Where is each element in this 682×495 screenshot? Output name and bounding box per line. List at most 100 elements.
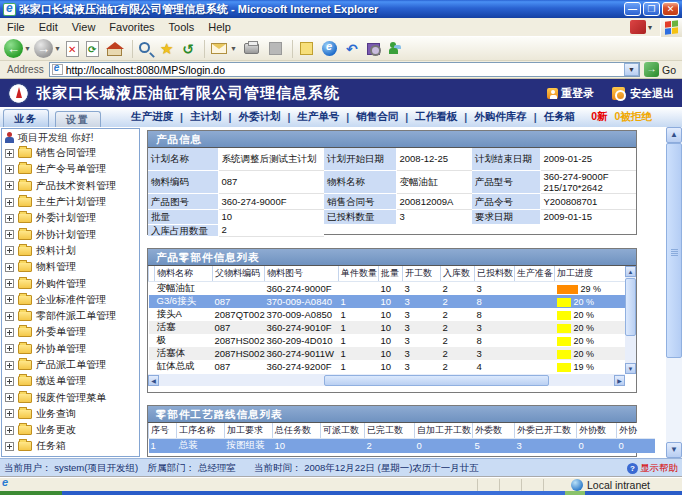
expand-icon[interactable] (5, 393, 14, 402)
sidebar-item[interactable]: 销售合同管理 (2, 145, 139, 161)
parts-row[interactable]: 活塞体2087HS002360-274-9011W11032320 % (149, 347, 626, 360)
expand-icon[interactable] (5, 279, 14, 288)
nav-item[interactable]: 工作看板 (408, 110, 464, 124)
minimize-button[interactable]: — (624, 2, 641, 16)
column-header[interactable]: 工序名称 (177, 423, 225, 439)
expand-icon[interactable] (5, 295, 14, 304)
nav-item[interactable]: 主计划 (183, 110, 229, 124)
nav-item[interactable]: 外委计划 (231, 110, 287, 124)
windows-taskbar[interactable] (0, 491, 682, 495)
column-header[interactable]: 物料名称 (155, 266, 213, 282)
expand-icon[interactable] (5, 149, 14, 158)
column-header[interactable]: 批量 (379, 266, 403, 282)
sidebar-item[interactable]: 外委计划管理 (2, 210, 139, 226)
address-dropdown-icon[interactable]: ▼ (624, 63, 639, 76)
page-scrollbar[interactable]: ▲ ▼ (666, 127, 682, 458)
column-header[interactable]: 加工要求 (225, 423, 273, 439)
maximize-button[interactable]: ❐ (643, 2, 660, 16)
expand-icon[interactable] (5, 377, 14, 386)
column-header[interactable]: 加工进度 (555, 266, 626, 282)
route-row[interactable]: 1总装按图组装10205300 (149, 439, 655, 453)
menu-file[interactable]: File (0, 19, 32, 35)
expand-icon[interactable] (5, 181, 14, 190)
sidebar-item[interactable]: 企业标准件管理 (2, 292, 139, 308)
column-header[interactable]: 总任务数 (273, 423, 321, 439)
column-header[interactable]: 物料图号 (265, 266, 339, 282)
forward-dropdown-icon[interactable]: ▼ (54, 45, 61, 52)
nav-item[interactable]: 任务箱 (537, 110, 583, 124)
sidebar-item[interactable]: 业务查询 (2, 406, 139, 422)
column-header[interactable]: 外协 (617, 423, 655, 439)
scroll-down-icon[interactable]: ▼ (625, 363, 636, 374)
column-header[interactable]: 序号 (149, 423, 177, 439)
menu-favorites[interactable]: Favorites (102, 19, 161, 35)
sidebar-item[interactable]: 零部件派工单管理 (2, 308, 139, 324)
addon-icon[interactable] (630, 20, 646, 34)
research-button[interactable] (367, 43, 380, 55)
parts-horizontal-scrollbar[interactable]: ◀ ▶ (148, 374, 625, 386)
sidebar-item[interactable]: 外购件管理 (2, 275, 139, 291)
stop-button[interactable]: ✕ (66, 41, 79, 57)
expand-icon[interactable] (5, 165, 14, 174)
sidebar-item[interactable]: 物料管理 (2, 259, 139, 275)
show-help-link[interactable]: ?显示帮助 (627, 462, 678, 475)
refresh-button[interactable]: ⟳ (86, 41, 99, 57)
address-input[interactable]: http://localhost:8080/MPS/login.do ▼ (49, 62, 640, 77)
nav-item[interactable]: 外购件库存 (467, 110, 534, 124)
expand-icon[interactable] (5, 426, 14, 435)
expand-icon[interactable] (5, 198, 14, 207)
sidebar-item[interactable]: 任务箱 (2, 438, 139, 454)
sidebar-item[interactable]: 业务更改 (2, 422, 139, 438)
column-header[interactable]: 单件数量 (339, 266, 379, 282)
close-button[interactable]: ✕ (662, 2, 679, 16)
column-header[interactable]: 已投料数 (475, 266, 515, 282)
menu-tools[interactable]: Tools (162, 19, 202, 35)
expand-icon[interactable] (5, 409, 14, 418)
sidebar-item[interactable]: 外委单管理 (2, 324, 139, 340)
search-button[interactable] (139, 42, 150, 53)
sidebar-item[interactable]: 外协计划管理 (2, 226, 139, 242)
addon-caret-icon[interactable]: ▾ (648, 23, 652, 32)
go-button[interactable]: → Go (640, 62, 680, 77)
page-scroll-up-icon[interactable]: ▲ (666, 127, 682, 143)
mail-button[interactable] (211, 43, 227, 54)
column-header[interactable]: 已完工数 (365, 423, 415, 439)
sidebar-item[interactable]: 外协单管理 (2, 341, 139, 357)
column-header[interactable]: 生产准备 (515, 266, 555, 282)
column-header[interactable]: 自加工开工数 (415, 423, 473, 439)
tab-settings[interactable]: 设置 (55, 111, 101, 127)
column-header[interactable]: 可派工数 (321, 423, 365, 439)
menu-edit[interactable]: Edit (32, 19, 65, 35)
expand-icon[interactable] (5, 442, 14, 451)
scroll-left-icon[interactable]: ◀ (148, 375, 159, 386)
expand-icon[interactable] (5, 312, 14, 321)
expand-icon[interactable] (5, 344, 14, 353)
expand-icon[interactable] (5, 328, 14, 337)
expand-icon[interactable] (5, 361, 14, 370)
page-scroll-down-icon[interactable]: ▼ (666, 442, 682, 458)
sidebar-item[interactable]: 主生产计划管理 (2, 194, 139, 210)
scroll-up-icon[interactable]: ▲ (625, 266, 636, 277)
parts-row[interactable]: 缸体总成087360-274-9200F11032419 % (149, 360, 626, 373)
parts-row[interactable]: 接头A2087QT002370-009-A085011032820 % (149, 308, 626, 321)
menu-help[interactable]: Help (201, 19, 238, 35)
discuss-button[interactable] (300, 42, 313, 55)
scroll-right-icon[interactable]: ▶ (614, 375, 625, 386)
sidebar-item[interactable]: 投料计划 (2, 243, 139, 259)
edit-button[interactable] (269, 42, 282, 55)
column-header[interactable]: 外协数 (577, 423, 617, 439)
parts-row[interactable]: 极2087HS002360-209-4D01011032820 % (149, 334, 626, 347)
history-button[interactable]: ↺ (182, 41, 194, 57)
back-dropdown-icon[interactable]: ▼ (24, 45, 31, 52)
column-header[interactable]: 外委数 (473, 423, 515, 439)
sidebar-item[interactable]: 缴送单管理 (2, 373, 139, 389)
expand-icon[interactable] (5, 214, 14, 223)
expand-icon[interactable] (5, 246, 14, 255)
parts-vertical-scrollbar[interactable]: ▲ ▼ (625, 266, 636, 374)
msn-button[interactable] (322, 41, 337, 56)
forward-button[interactable]: → (34, 39, 53, 58)
sidebar-item[interactable]: 产品派工单管理 (2, 357, 139, 373)
nav-item[interactable]: 销售合同 (349, 110, 405, 124)
nav-item[interactable]: 生产单号 (290, 110, 346, 124)
sidebar-item[interactable]: 报废件管理菜单 (2, 389, 139, 405)
